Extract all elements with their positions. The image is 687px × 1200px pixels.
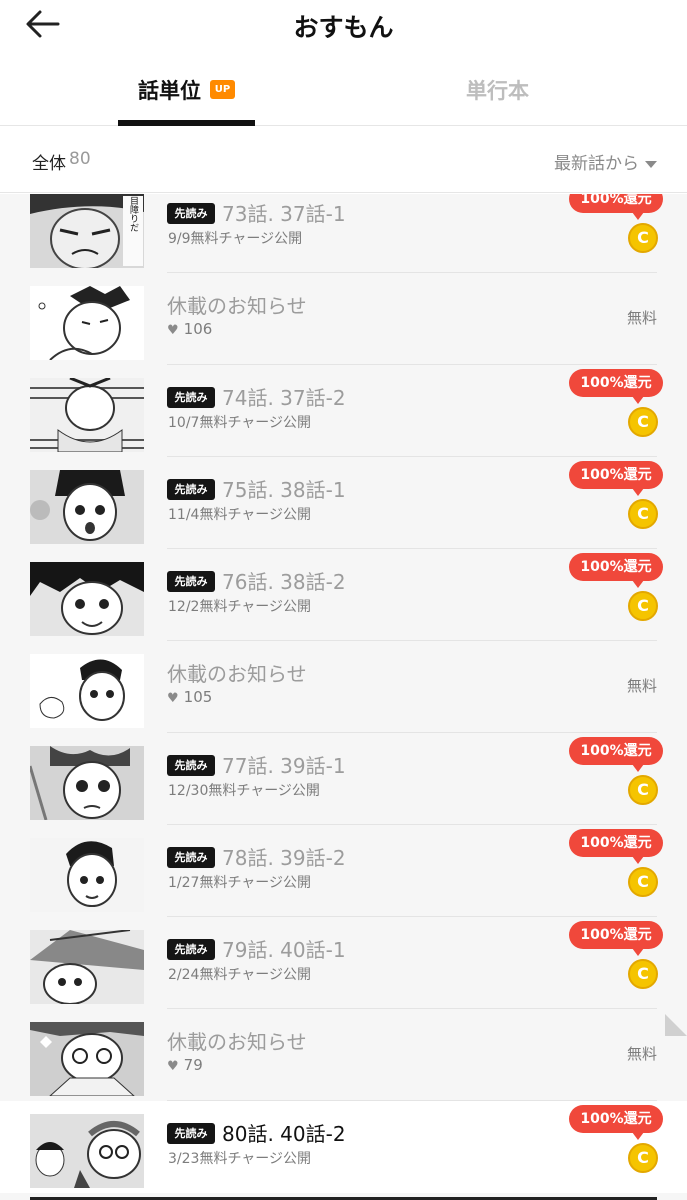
preview-badge: 先読み bbox=[167, 571, 215, 592]
episode-thumbnail bbox=[30, 930, 144, 1004]
refund-badge: 100%還元 bbox=[569, 461, 663, 496]
episode-list-screen: おすもん 話単位 UP 単行本 全体 80 最新話から 目障りだ 先読み 73話… bbox=[0, 0, 687, 1200]
episode-schedule: 10/7無料チャージ公開 bbox=[168, 415, 312, 431]
episode-title: 休載のお知らせ bbox=[167, 294, 307, 318]
episode-row[interactable]: 先読み 78話. 39話-2 1/27無料チャージ公開 100%還元 C bbox=[0, 825, 687, 917]
episode-title: 76話. 38話-2 bbox=[222, 570, 346, 594]
heart-icon: ♥ bbox=[167, 323, 179, 338]
like-count-value: 106 bbox=[183, 320, 213, 338]
notice-row[interactable]: 休載のお知らせ ♥ 106 無料 bbox=[0, 273, 687, 365]
like-count: ♥ 106 bbox=[167, 320, 212, 338]
sort-dropdown[interactable]: 最新話から bbox=[554, 149, 657, 174]
episode-thumbnail: 目障りだ bbox=[30, 194, 144, 268]
episode-row-latest[interactable]: 先読み 80話. 40話-2 3/23無料チャージ公開 100%還元 C bbox=[0, 1101, 687, 1193]
episode-row[interactable]: 目障りだ 先読み 73話. 37話-1 9/9無料チャージ公開 100%還元 C bbox=[0, 194, 687, 273]
preview-badge: 先読み bbox=[167, 847, 215, 868]
episode-list: 目障りだ 先読み 73話. 37話-1 9/9無料チャージ公開 100%還元 C bbox=[0, 194, 687, 1200]
free-label: 無料 bbox=[626, 309, 657, 327]
episode-thumbnail bbox=[30, 1114, 144, 1188]
episode-schedule: 9/9無料チャージ公開 bbox=[168, 231, 303, 247]
episode-title: 78話. 39話-2 bbox=[222, 846, 346, 870]
fast-scroll-handle[interactable] bbox=[665, 1014, 687, 1036]
episode-row[interactable]: 先読み 77話. 39話-1 12/30無料チャージ公開 100%還元 C bbox=[0, 733, 687, 825]
tab-episodes[interactable]: 話単位 UP bbox=[118, 60, 255, 126]
caret-down-icon bbox=[645, 160, 657, 168]
coin-icon: C bbox=[628, 959, 658, 989]
episode-title: 75話. 38話-1 bbox=[222, 478, 346, 502]
episode-row[interactable]: 先読み 79話. 40話-1 2/24無料チャージ公開 100%還元 C bbox=[0, 917, 687, 1009]
episode-schedule: 12/30無料チャージ公開 bbox=[168, 783, 320, 799]
episode-title: 80話. 40話-2 bbox=[222, 1122, 346, 1146]
coin-icon: C bbox=[628, 775, 658, 805]
total-label: 全体 bbox=[32, 154, 66, 174]
episode-schedule: 11/4無料チャージ公開 bbox=[168, 507, 312, 523]
list-header: 全体 80 最新話から bbox=[0, 127, 687, 193]
coin-icon: C bbox=[628, 223, 658, 253]
heart-icon: ♥ bbox=[167, 691, 179, 706]
episode-schedule: 1/27無料チャージ公開 bbox=[168, 875, 312, 891]
thumb-caption: 目障りだ bbox=[128, 196, 139, 232]
sort-label: 最新話から bbox=[554, 154, 639, 174]
episode-thumbnail bbox=[30, 470, 144, 544]
episode-thumbnail bbox=[30, 286, 144, 360]
refund-badge: 100%還元 bbox=[569, 369, 663, 404]
episode-thumbnail bbox=[30, 1022, 144, 1096]
refund-badge: 100%還元 bbox=[569, 1105, 663, 1140]
refund-badge: 100%還元 bbox=[569, 921, 663, 956]
episode-thumbnail bbox=[30, 378, 144, 452]
episode-thumbnail bbox=[30, 746, 144, 820]
tab-active-indicator bbox=[118, 120, 255, 126]
coin-icon: C bbox=[628, 499, 658, 529]
heart-icon: ♥ bbox=[167, 1059, 179, 1074]
episode-title: 74話. 37話-2 bbox=[222, 386, 346, 410]
like-count: ♥ 79 bbox=[167, 1056, 203, 1074]
refund-badge: 100%還元 bbox=[569, 829, 663, 864]
preview-badge: 先読み bbox=[167, 479, 215, 500]
page-title: おすもん bbox=[293, 13, 394, 42]
coin-icon: C bbox=[628, 1143, 658, 1173]
coin-icon: C bbox=[628, 867, 658, 897]
tab-bar: 話単位 UP 単行本 bbox=[0, 60, 687, 126]
coin-icon: C bbox=[628, 407, 658, 437]
free-label: 無料 bbox=[626, 677, 657, 695]
notice-row[interactable]: 休載のお知らせ ♥ 105 無料 bbox=[0, 641, 687, 733]
episode-title: 77話. 39話-1 bbox=[222, 754, 346, 778]
episode-title: 休載のお知らせ bbox=[167, 1030, 307, 1054]
preview-badge: 先読み bbox=[167, 1123, 215, 1144]
refund-badge: 100%還元 bbox=[569, 194, 663, 220]
like-count-value: 105 bbox=[183, 688, 213, 706]
preview-badge: 先読み bbox=[167, 755, 215, 776]
preview-badge: 先読み bbox=[167, 387, 215, 408]
tab-volumes[interactable]: 単行本 bbox=[440, 60, 560, 126]
like-count: ♥ 105 bbox=[167, 688, 212, 706]
notice-row[interactable]: 休載のお知らせ ♥ 79 無料 bbox=[0, 1009, 687, 1101]
refund-badge: 100%還元 bbox=[569, 553, 663, 588]
episode-schedule: 12/2無料チャージ公開 bbox=[168, 599, 312, 615]
episode-row[interactable]: 先読み 76話. 38話-2 12/2無料チャージ公開 100%還元 C bbox=[0, 549, 687, 641]
tab-episodes-label: 話単位 bbox=[138, 79, 201, 103]
episode-thumbnail bbox=[30, 562, 144, 636]
refund-badge: 100%還元 bbox=[569, 737, 663, 772]
episode-thumbnail bbox=[30, 838, 144, 912]
free-label: 無料 bbox=[626, 1045, 657, 1063]
top-bar: おすもん bbox=[0, 0, 687, 50]
preview-badge: 先読み bbox=[167, 203, 215, 224]
episode-title: 79話. 40話-1 bbox=[222, 938, 346, 962]
tab-volumes-label: 単行本 bbox=[466, 79, 529, 103]
total-count: 80 bbox=[69, 149, 91, 169]
preview-badge: 先読み bbox=[167, 939, 215, 960]
episode-thumbnail bbox=[30, 654, 144, 728]
coin-icon: C bbox=[628, 591, 658, 621]
episode-title: 休載のお知らせ bbox=[167, 662, 307, 686]
episode-title: 73話. 37話-1 bbox=[222, 202, 346, 226]
episode-row[interactable]: 先読み 75話. 38話-1 11/4無料チャージ公開 100%還元 C bbox=[0, 457, 687, 549]
like-count-value: 79 bbox=[183, 1056, 203, 1074]
episode-schedule: 2/24無料チャージ公開 bbox=[168, 967, 312, 983]
episode-row[interactable]: 先読み 74話. 37話-2 10/7無料チャージ公開 100%還元 C bbox=[0, 365, 687, 457]
up-badge: UP bbox=[210, 80, 235, 99]
episode-schedule: 3/23無料チャージ公開 bbox=[168, 1151, 312, 1167]
